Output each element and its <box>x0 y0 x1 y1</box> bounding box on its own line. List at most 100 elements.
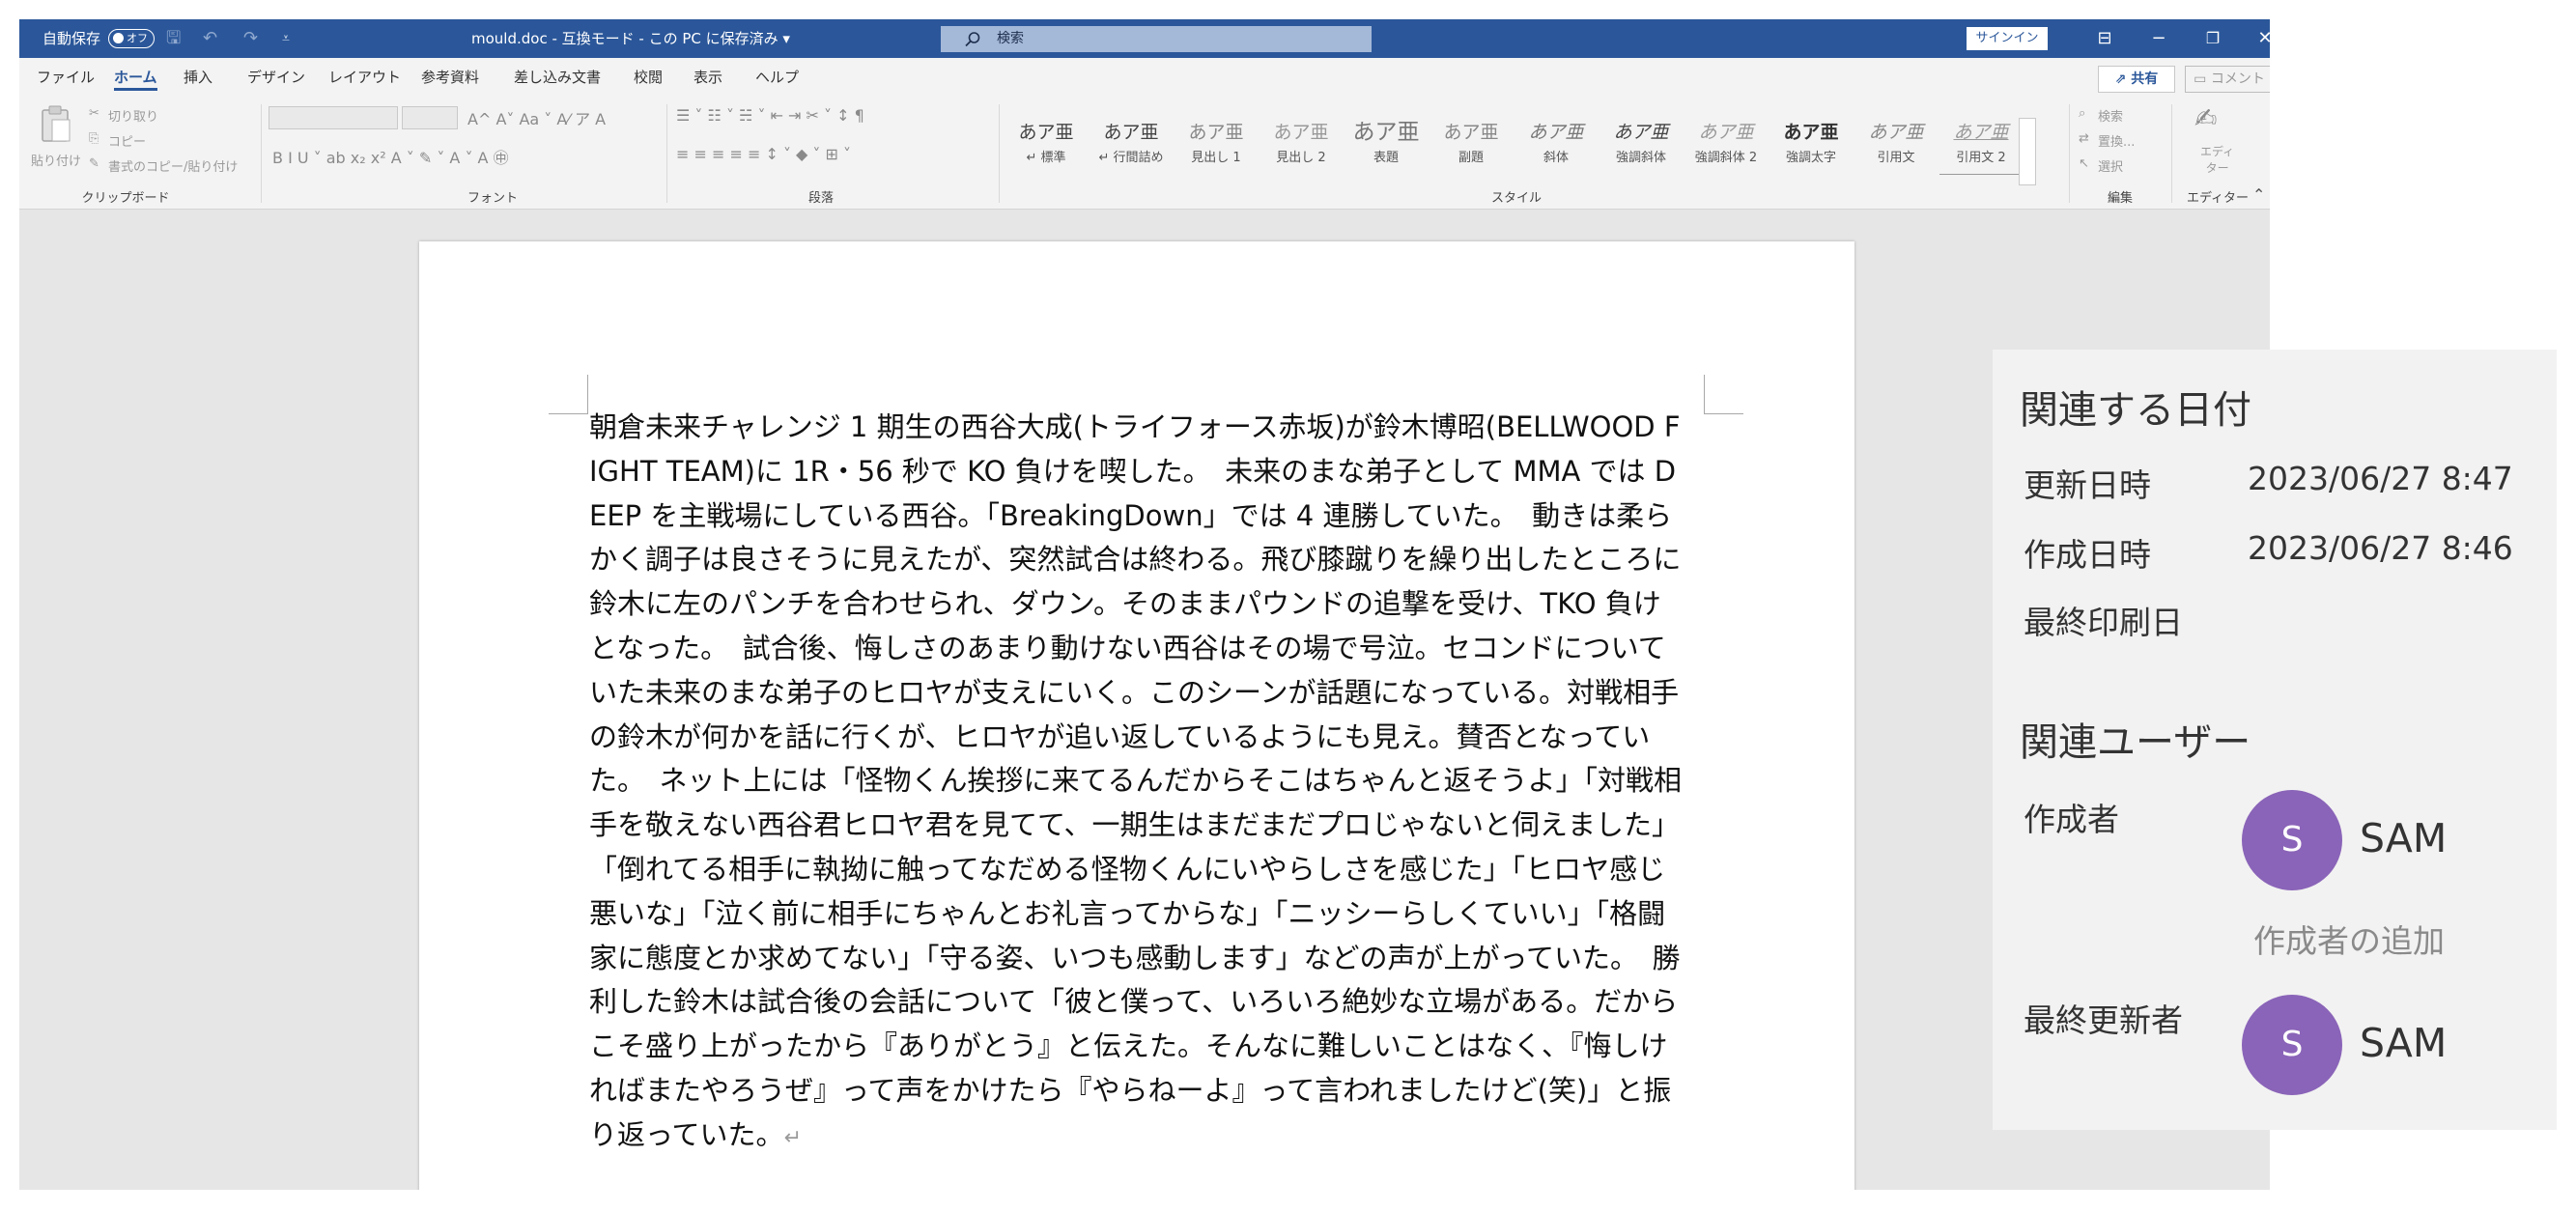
style-subtitle[interactable]: あア亜 副題 <box>1430 118 1513 174</box>
tab-review[interactable]: 校閲 <box>634 58 663 97</box>
style-label: 引用文 2 <box>1956 151 2006 165</box>
restore-icon[interactable]: ❐ <box>2189 19 2237 58</box>
tab-insert[interactable]: 挿入 <box>184 58 212 97</box>
search-box[interactable]: 検索 <box>941 26 1372 52</box>
style-preview: あア亜 <box>1018 122 1074 143</box>
paragraph-mark: ↵ <box>783 1125 802 1150</box>
tab-design[interactable]: デザイン <box>247 58 305 97</box>
style-emphasis[interactable]: あア亜 強調斜体 <box>1599 118 1683 174</box>
find-button[interactable]: 検索 <box>2098 106 2123 125</box>
comment-button[interactable]: ▭ コメント <box>2185 66 2270 93</box>
related-users-heading: 関連ユーザー <box>2020 720 2251 765</box>
font-format-row1[interactable]: A^ A˅ Aa ˅ A⁄ ア A <box>467 106 606 129</box>
tab-layout[interactable]: レイアウト <box>328 58 401 97</box>
styles-gallery-scroll[interactable] <box>2019 118 2036 185</box>
style-label: 斜体 <box>1543 151 1569 165</box>
author-avatar[interactable]: S <box>2242 790 2342 890</box>
select-icon: ↖ <box>2079 156 2089 171</box>
share-button[interactable]: ⇗ 共有 <box>2098 66 2175 93</box>
tab-references[interactable]: 参考資料 <box>421 58 479 97</box>
style-emphasis-2[interactable]: あア亜 強調斜体 2 <box>1684 118 1768 174</box>
minimize-icon[interactable]: − <box>2135 19 2183 58</box>
related-dates-heading: 関連する日付 <box>2020 388 2251 433</box>
customize-qat-icon[interactable]: ⩡ <box>282 19 290 58</box>
paste-icon[interactable] <box>39 104 73 143</box>
modified-date-label: 更新日時 <box>2024 466 2151 504</box>
style-preview: あア亜 <box>1868 122 1924 143</box>
tab-file[interactable]: ファイル <box>37 58 95 97</box>
share-label: 共有 <box>2131 71 2159 87</box>
collapse-ribbon-icon[interactable]: ⌃ <box>2252 185 2265 204</box>
document-title[interactable]: mould.doc - 互換モード - この PC に保存済み ▾ <box>471 19 790 58</box>
document-page: 朝倉未来チャレンジ 1 期生の西谷大成(トライフォース赤坂)が鈴木博昭(BELL… <box>419 241 1854 1190</box>
group-divider <box>666 104 667 203</box>
author-label: 作成者 <box>2024 801 2119 838</box>
paste-label[interactable]: 貼り付け <box>31 151 81 169</box>
style-label: ↵ 標準 <box>1026 151 1066 165</box>
format-painter-button[interactable]: 書式のコピー/貼り付け <box>108 156 238 175</box>
editor-button[interactable]: エディ ター <box>2200 143 2234 176</box>
style-heading-2[interactable]: あア亜 見出し 2 <box>1260 118 1343 174</box>
search-icon <box>965 32 980 47</box>
tab-help[interactable]: ヘルプ <box>755 58 799 97</box>
last-modified-name[interactable]: SAM <box>2360 1020 2447 1066</box>
redo-icon[interactable]: ↷ <box>243 19 258 58</box>
last-printed-label: 最終印刷日 <box>2024 604 2183 641</box>
comment-label: コメント <box>2210 71 2265 87</box>
style-normal[interactable]: あア亜 ↵ 標準 <box>1005 118 1088 174</box>
group-divider <box>999 104 1000 203</box>
style-quote[interactable]: あア亜 引用文 <box>1854 118 1938 174</box>
style-label: 見出し 1 <box>1191 151 1241 165</box>
autosave-toggle[interactable]: オフ <box>108 29 155 48</box>
comment-icon: ▭ <box>2194 71 2211 87</box>
tab-view[interactable]: 表示 <box>694 58 722 97</box>
paragraph-row2[interactable]: ≡ ≡ ≡ ≡ ≡ ↕ ˅ ◆ ˅ ⊞ ˅ <box>676 145 851 163</box>
style-heading-1[interactable]: あア亜見出し 1 <box>1175 118 1258 174</box>
toggle-knob <box>113 33 124 43</box>
font-format-row2[interactable]: B I U ˅ ab x₂ x² A ˅ ✎ ˅ A ˅ A ㊥ <box>272 145 509 168</box>
style-preview: あア亜 <box>1953 122 2009 143</box>
tab-home[interactable]: ホーム <box>114 58 157 97</box>
ribbon-display-icon[interactable]: ⊟ <box>2081 19 2129 58</box>
signin-button[interactable]: サインイン <box>1967 27 2048 50</box>
style-strong[interactable]: あア亜 強調太字 <box>1769 118 1853 174</box>
copy-icon: ⎘ <box>89 131 99 146</box>
style-preview: あア亜 <box>1188 122 1244 143</box>
replace-button[interactable]: 置換... <box>2098 131 2135 150</box>
cut-button[interactable]: 切り取り <box>108 106 158 125</box>
font-name-combo[interactable] <box>269 106 398 129</box>
styles-group-label: スタイル <box>1490 191 1543 206</box>
add-author-link[interactable]: 作成者の追加 <box>2253 916 2445 962</box>
tab-mailings[interactable]: 差し込み文書 <box>514 58 601 97</box>
group-divider <box>2171 104 2172 203</box>
style-intense-quote[interactable]: あア亜引用文 2 <box>1939 118 2023 175</box>
search-placeholder: 検索 <box>997 31 1024 46</box>
style-emphasis-subtle[interactable]: あア亜 斜体 <box>1514 118 1598 174</box>
document-properties-panel: 関連する日付 更新日時 2023/06/27 8:47 作成日時 2023/06… <box>1993 350 2557 1130</box>
editor-icon: ✍ <box>2194 102 2218 134</box>
save-icon[interactable]: 🖫 <box>166 19 181 58</box>
style-preview: あア亜 <box>1698 122 1754 143</box>
editing-group-label: 編集 <box>2107 191 2134 206</box>
copy-button[interactable]: コピー <box>108 131 146 150</box>
ribbon-tabs: ファイル ホーム 挿入 デザイン レイアウト 参考資料 差し込み文書 校閲 表示… <box>19 58 2270 97</box>
style-label: 強調太字 <box>1785 151 1836 165</box>
document-body[interactable]: 朝倉未来チャレンジ 1 期生の西谷大成(トライフォース赤坂)が鈴木博昭(BELL… <box>589 406 1686 1161</box>
style-label: 副題 <box>1458 151 1484 165</box>
undo-icon[interactable]: ↶ <box>203 19 217 58</box>
autosave-state: オフ <box>127 32 148 44</box>
autosave-label: 自動保存 <box>42 30 101 47</box>
clipboard-group-label: クリップボード <box>81 191 170 206</box>
paragraph-row1[interactable]: ☰ ˅ ☷ ˅ ☵ ˅ ⇤ ⇥ ✂ ˅ ↕ ¶ <box>676 106 864 125</box>
style-title[interactable]: あア亜 表題 <box>1345 118 1428 174</box>
last-modified-avatar[interactable]: S <box>2242 995 2342 1095</box>
style-no-spacing[interactable]: あア亜 ↵ 行間詰め <box>1090 118 1173 174</box>
font-size-combo[interactable] <box>402 106 458 129</box>
select-button[interactable]: 選択 <box>2098 156 2123 175</box>
paragraph-group-label: 段落 <box>807 191 835 206</box>
group-divider <box>2069 104 2070 203</box>
margin-corner-marker <box>1704 375 1743 414</box>
style-label: 強調斜体 <box>1615 151 1666 165</box>
close-icon[interactable]: ✕ <box>2241 19 2270 58</box>
author-name[interactable]: SAM <box>2360 815 2447 861</box>
